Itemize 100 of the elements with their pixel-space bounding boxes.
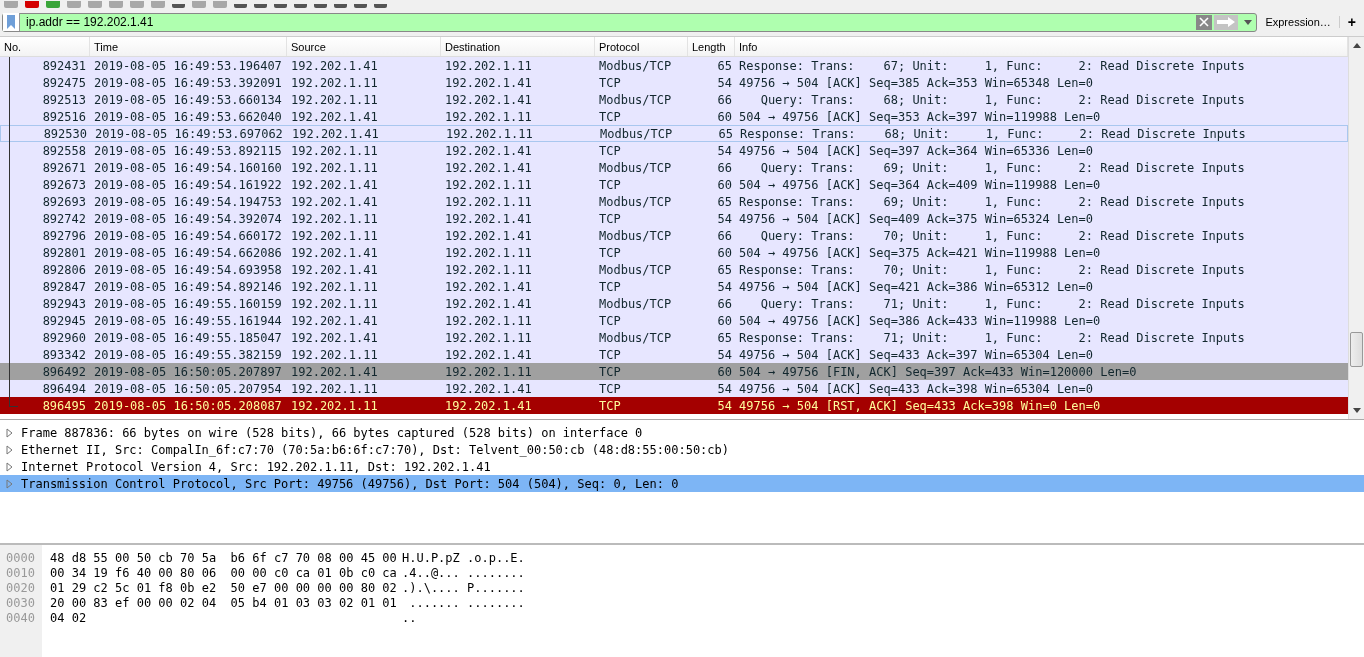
packet-row[interactable]: 892945 2019-08-05 16:49:55.161944 192.202.1.41 192.202.1.11 TCP 60 504 → 49756 [ACK] Seq=386 Ack=433 Win=119988 Len=0 <box>0 312 1348 329</box>
packet-row[interactable]: 892943 2019-08-05 16:49:55.160159 192.202.1.11 192.202.1.41 Modbus/TCP 66 Query: Trans: 71; Unit: 1, Func: 2: Read Discrete Inputs <box>0 295 1348 312</box>
packet-row[interactable]: 892673 2019-08-05 16:49:54.161922 192.202.1.41 192.202.1.11 TCP 60 504 → 49756 [ACK] Seq=364 Ack=409 Win=119988 Len=0 <box>0 176 1348 193</box>
packet-row[interactable]: 892801 2019-08-05 16:49:54.662086 192.202.1.41 192.202.1.11 TCP 60 504 → 49756 [ACK] Seq=375 Ack=421 Win=119988 Len=0 <box>0 244 1348 261</box>
packet-row[interactable]: 896494 2019-08-05 16:50:05.207954 192.202.1.11 192.202.1.41 TCP 54 49756 → 504 [ACK] Seq=433 Ack=398 Win=65304 Len=0 <box>0 380 1348 397</box>
table-cell-text: TCP <box>598 143 622 158</box>
packet-row[interactable]: 892742 2019-08-05 16:49:54.392074 192.202.1.11 192.202.1.41 TCP 54 49756 → 504 [ACK] Seq=409 Ack=375 Win=65324 Len=0 <box>0 210 1348 227</box>
packet-row[interactable]: 892671 2019-08-05 16:49:54.160160 192.202.1.11 192.202.1.41 Modbus/TCP 66 Query: Trans: 69; Unit: 1, Func: 2: Read Discrete Inputs <box>0 159 1348 176</box>
detail-row[interactable]: Frame 887836: 66 bytes on wire (528 bits), 66 bytes captured (528 bits) on interface 0 <box>0 424 1364 441</box>
toolbar-icon[interactable] <box>254 4 267 8</box>
ascii-text: .4..@... ........ <box>402 566 525 581</box>
table-cell-text: TCP <box>598 245 622 260</box>
table-cell-text: 192.202.1.11 <box>290 398 379 413</box>
table-cell-text: 54 <box>716 279 733 294</box>
packet-row[interactable]: 892475 2019-08-05 16:49:53.392091 192.202.1.11 192.202.1.41 TCP 54 49756 → 504 [ACK] Seq=385 Ack=353 Win=65348 Len=0 <box>0 74 1348 91</box>
table-cell-text: TCP <box>598 398 622 413</box>
table-cell-text: TCP <box>598 381 622 396</box>
table-cell-text: 192.202.1.11 <box>444 245 533 260</box>
toolbar-icon[interactable] <box>314 4 327 8</box>
table-cell-text: 892693 <box>41 194 87 209</box>
column-header[interactable]: No. <box>0 37 90 56</box>
detail-row[interactable]: Internet Protocol Version 4, Src: 192.202.1.11, Dst: 192.202.1.41 <box>0 458 1364 475</box>
table-cell-text: 892960 <box>41 330 87 345</box>
expand-arrow-icon[interactable] <box>6 478 13 489</box>
table-cell-text: 49756 → 504 [ACK] Seq=433 Ack=397 Win=65304 Len=0 <box>738 347 1094 362</box>
dropdown-caret-icon[interactable] <box>1244 19 1253 25</box>
expand-arrow-icon[interactable] <box>6 461 13 472</box>
table-cell-text: Modbus/TCP <box>598 92 673 107</box>
ascii-text: ....... ........ <box>408 596 525 611</box>
toolbar-icon[interactable] <box>274 4 287 8</box>
packet-row[interactable]: 892796 2019-08-05 16:49:54.660172 192.202.1.11 192.202.1.41 Modbus/TCP 66 Query: Trans: 70; Unit: 1, Func: 2: Read Discrete Inputs <box>0 227 1348 244</box>
detail-row[interactable]: Ethernet II, Src: CompalIn_6f:c7:70 (70:5a:b6:6f:c7:70), Dst: Telvent_00:50:cb (48:d8:55:00:50:cb) <box>0 441 1364 458</box>
bookmark-icon[interactable] <box>3 13 20 31</box>
table-cell-text: 49756 → 504 [ACK] Seq=421 Ack=386 Win=65312 Len=0 <box>738 279 1094 294</box>
column-header[interactable]: Length <box>688 37 735 56</box>
table-cell-text: 192.202.1.11 <box>290 279 379 294</box>
clear-icon[interactable] <box>1196 14 1213 30</box>
table-cell-text: 896495 <box>41 398 87 413</box>
table-cell-text: 54 <box>716 381 733 396</box>
table-cell-text: 54 <box>716 75 733 90</box>
ascii-text: .).\.... P....... <box>402 581 525 596</box>
packet-row[interactable]: 896492 2019-08-05 16:50:05.207897 192.202.1.41 192.202.1.11 TCP 60 504 → 49756 [FIN, ACK] Seq=397 Ack=433 Win=120000 Len=0 <box>0 363 1348 380</box>
table-cell-text: 892742 <box>41 211 87 226</box>
packet-row[interactable]: 892847 2019-08-05 16:49:54.892146 192.202.1.11 192.202.1.41 TCP 54 49756 → 504 [ACK] Seq=421 Ack=386 Win=65312 Len=0 <box>0 278 1348 295</box>
expression-button[interactable]: Expression… <box>1261 16 1340 28</box>
table-cell-text: 2019-08-05 16:49:54.892146 <box>93 279 283 294</box>
table-cell-text: 892431 <box>41 58 87 73</box>
table-cell-text: 54 <box>716 347 733 362</box>
scroll-up-icon[interactable] <box>1352 43 1361 48</box>
packet-row[interactable]: 892431 2019-08-05 16:49:53.196407 192.202.1.41 192.202.1.11 Modbus/TCP 65 Response: Trans: 67; Unit: 1, Func: 2: Read Discrete Inputs <box>0 57 1348 74</box>
column-header[interactable]: Time <box>90 37 287 56</box>
table-cell-text: 2019-08-05 16:49:53.392091 <box>93 75 283 90</box>
table-cell-text: TCP <box>598 347 622 362</box>
table-cell-text: 192.202.1.11 <box>444 194 533 209</box>
display-filter-field[interactable]: ip.addr == 192.202.1.41 <box>2 12 1258 32</box>
table-cell-text: 192.202.1.11 <box>290 92 379 107</box>
table-cell-text: 2019-08-05 16:49:53.660134 <box>93 92 283 107</box>
table-cell-text: 49756 → 504 [ACK] Seq=409 Ack=375 Win=65324 Len=0 <box>738 211 1094 226</box>
toolbar-icon[interactable] <box>234 4 247 8</box>
table-cell-text: 892943 <box>41 296 87 311</box>
column-header[interactable]: Protocol <box>595 37 688 56</box>
table-cell-text: Query: Trans: 70; Unit: 1, Func: 2: Read Discrete Inputs <box>759 228 1246 243</box>
packet-row[interactable]: 892806 2019-08-05 16:49:54.693958 192.202.1.41 192.202.1.11 Modbus/TCP 65 Response: Trans: 70; Unit: 1, Func: 2: Read Discrete Inputs <box>0 261 1348 278</box>
table-cell-text: 504 → 49756 [ACK] Seq=364 Ack=409 Win=119988 Len=0 <box>738 177 1102 192</box>
table-cell-text: 192.202.1.41 <box>290 194 379 209</box>
table-cell-text: 2019-08-05 16:49:53.697062 <box>94 126 284 141</box>
toolbar-icon[interactable] <box>334 4 347 8</box>
packet-row[interactable]: 893342 2019-08-05 16:49:55.382159 192.202.1.11 192.202.1.41 TCP 54 49756 → 504 [ACK] Seq=433 Ack=397 Win=65304 Len=0 <box>0 346 1348 363</box>
toolbar-icon[interactable] <box>172 4 185 8</box>
hex-bytes: 20 00 83 ef 00 00 02 04 05 b4 01 03 03 02 01 01 <box>50 596 398 611</box>
table-cell-text: 892475 <box>41 75 87 90</box>
table-cell-text: 893342 <box>41 347 87 362</box>
table-cell-text: Modbus/TCP <box>598 262 673 277</box>
toolbar-icon[interactable] <box>354 4 367 8</box>
packet-row[interactable]: 892513 2019-08-05 16:49:53.660134 192.202.1.11 192.202.1.41 Modbus/TCP 66 Query: Trans: 68; Unit: 1, Func: 2: Read Discrete Inputs <box>0 91 1348 108</box>
hex-bytes: 48 d8 55 00 50 cb 70 5a b6 6f c7 70 08 00 45 00 <box>50 551 398 566</box>
table-cell-text: 2019-08-05 16:49:55.161944 <box>93 313 283 328</box>
scroll-thumb[interactable] <box>1350 332 1363 367</box>
toolbar-icon[interactable] <box>294 4 307 8</box>
table-cell-text: 66 <box>716 160 733 175</box>
table-cell-text: 65 <box>716 58 733 73</box>
packet-row[interactable]: 892558 2019-08-05 16:49:53.892115 192.202.1.11 192.202.1.41 TCP 54 49756 → 504 [ACK] Seq=397 Ack=364 Win=65336 Len=0 <box>0 142 1348 159</box>
expand-arrow-icon[interactable] <box>6 427 13 438</box>
table-cell-text: 65 <box>716 262 733 277</box>
column-header[interactable]: Destination <box>441 37 595 56</box>
scrollbar[interactable] <box>1348 37 1364 419</box>
packet-row[interactable]: 892530 2019-08-05 16:49:53.697062 192.202.1.41 192.202.1.11 Modbus/TCP 65 Response: Trans: 68; Unit: 1, Func: 2: Read Discrete Inputs <box>0 125 1348 142</box>
packet-row[interactable]: 892960 2019-08-05 16:49:55.185047 192.202.1.41 192.202.1.11 Modbus/TCP 65 Response: Trans: 71; Unit: 1, Func: 2: Read Discrete Inputs <box>0 329 1348 346</box>
packet-row[interactable]: 892516 2019-08-05 16:49:53.662040 192.202.1.41 192.202.1.11 TCP 60 504 → 49756 [ACK] Seq=353 Ack=397 Win=119988 Len=0 <box>0 108 1348 125</box>
table-cell-text: 192.202.1.41 <box>290 109 379 124</box>
packet-row[interactable]: 896495 2019-08-05 16:50:05.208087 192.202.1.11 192.202.1.41 TCP 54 49756 → 504 [RST, ACK] Seq=433 Ack=398 Win=0 Len=0 <box>0 397 1348 414</box>
packet-row[interactable]: 892693 2019-08-05 16:49:54.194753 192.202.1.41 192.202.1.11 Modbus/TCP 65 Response: Trans: 69; Unit: 1, Func: 2: Read Discrete Inputs <box>0 193 1348 210</box>
table-cell-text: 2019-08-05 16:49:54.662086 <box>93 245 283 260</box>
toolbar-icon[interactable] <box>374 4 387 8</box>
column-header[interactable]: Source <box>287 37 441 56</box>
expand-arrow-icon[interactable] <box>6 444 13 455</box>
detail-row[interactable]: Transmission Control Protocol, Src Port: 49756 (49756), Dst Port: 504 (504), Seq: 0, Len: 0 <box>0 475 1364 492</box>
table-cell-text: 896492 <box>41 364 87 379</box>
scroll-down-icon[interactable] <box>1352 408 1361 413</box>
add-button[interactable]: + <box>1343 14 1360 30</box>
